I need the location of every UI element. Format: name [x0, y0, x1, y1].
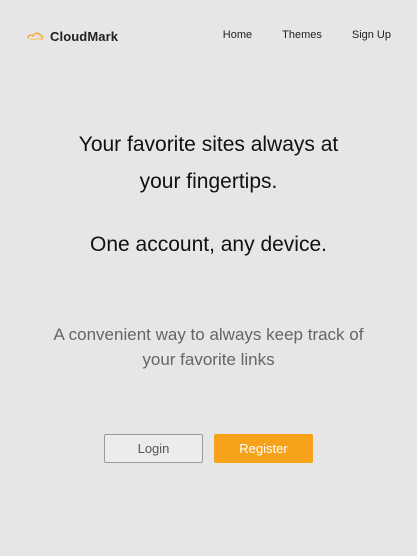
- hero-subheadline: One account, any device.: [90, 233, 327, 256]
- cloud-link-icon: [26, 29, 44, 43]
- nav-links: Home Themes Sign Up: [223, 28, 391, 42]
- auth-actions: Login Register: [104, 434, 313, 463]
- hero-headline-line-2: your fingertips.: [139, 170, 278, 193]
- hero-tagline: A convenient way to always keep track of…: [0, 322, 417, 372]
- hero-tagline-line-2: your favorite links: [142, 350, 275, 369]
- top-nav: CloudMark Home Themes Sign Up: [0, 0, 417, 72]
- nav-home-link[interactable]: Home: [223, 28, 252, 42]
- nav-signup-link[interactable]: Sign Up: [352, 28, 391, 42]
- hero-headline-line-1: Your favorite sites always at: [78, 133, 339, 156]
- login-button[interactable]: Login: [104, 434, 203, 463]
- brand-logo-link[interactable]: CloudMark: [26, 25, 118, 47]
- hero-headline: Your favorite sites always at your finge…: [0, 126, 417, 200]
- hero-tagline-line-1: A convenient way to always keep track of: [53, 325, 364, 344]
- nav-themes-link[interactable]: Themes: [282, 28, 322, 42]
- brand-name: CloudMark: [50, 28, 119, 44]
- register-button[interactable]: Register: [214, 434, 313, 463]
